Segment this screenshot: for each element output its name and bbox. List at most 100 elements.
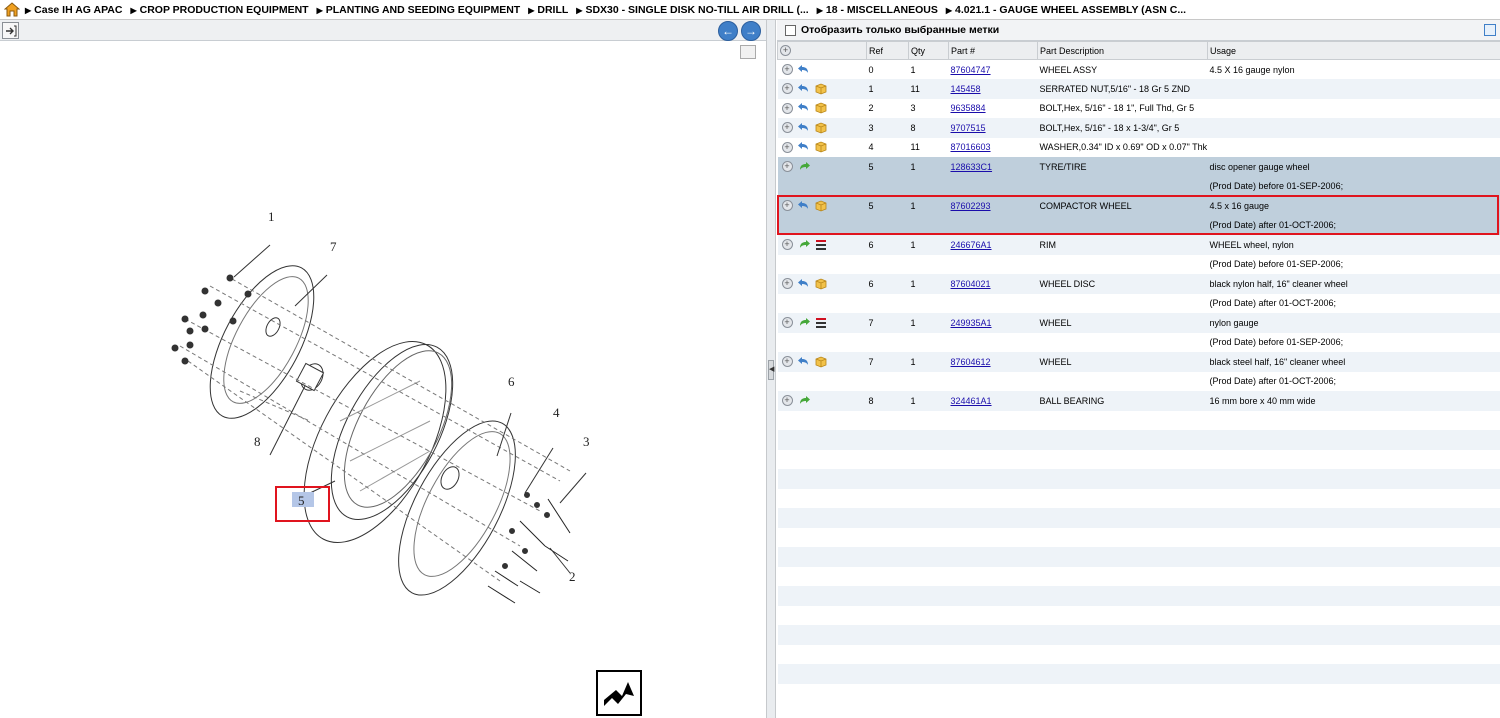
table-row[interactable]: +5 1 128633C1 TYRE/TIRE disc opener gauge wh… <box>777 157 1500 177</box>
part-number-link[interactable]: 9707515 <box>951 123 986 133</box>
expand-row-icon[interactable]: + <box>781 161 793 173</box>
breadcrumb-item[interactable]: 4.021.1 - GAUGE WHEEL ASSEMBLY (ASN C... <box>946 4 1186 16</box>
breadcrumb-item[interactable]: DRILL <box>528 4 568 16</box>
expand-row-icon[interactable]: + <box>781 317 793 329</box>
row-icons[interactable]: + <box>777 79 867 99</box>
row-icons[interactable]: + <box>777 98 867 118</box>
expand-row-icon[interactable]: + <box>781 356 793 368</box>
table-row[interactable]: +2 3 9635884 BOLT,Hex, 5/16" - 18 1", Full … <box>777 98 1500 118</box>
part-number-link[interactable]: 128633C1 <box>951 162 993 172</box>
forward-arrow-icon[interactable] <box>793 317 810 327</box>
return-arrow-icon[interactable] <box>793 200 810 210</box>
table-row[interactable]: +5 1 87602293 COMPACTOR WHEEL 4.5 x 16 gauge <box>777 196 1500 216</box>
table-row[interactable]: +6 1 246676A1 RIM WHEEL wheel, nylon <box>777 235 1500 255</box>
cell-part-number[interactable]: 9635884 <box>948 98 1038 118</box>
return-arrow-icon[interactable] <box>793 122 810 132</box>
expand-row-icon[interactable]: + <box>781 102 793 114</box>
part-number-link[interactable]: 324461A1 <box>951 396 992 406</box>
cell-part-number[interactable]: 145458 <box>948 79 1038 99</box>
expand-row-icon[interactable]: + <box>781 83 793 95</box>
package-icon[interactable] <box>810 122 827 134</box>
cell-part-number[interactable]: 87604612 <box>948 352 1038 372</box>
col-header-qty[interactable]: Qty <box>908 41 949 60</box>
forward-arrow-icon[interactable] <box>793 395 810 405</box>
package-icon[interactable] <box>810 200 827 212</box>
part-number-link[interactable]: 145458 <box>951 84 981 94</box>
home-icon[interactable] <box>3 1 21 19</box>
return-arrow-icon[interactable] <box>793 142 810 152</box>
expand-row-icon[interactable]: + <box>781 200 793 212</box>
return-arrow-icon[interactable] <box>793 356 810 366</box>
row-icons[interactable]: + <box>777 118 867 138</box>
cell-part-number[interactable]: 87602293 <box>948 196 1038 216</box>
part-number-link[interactable]: 87604021 <box>951 279 991 289</box>
part-number-link[interactable]: 87604747 <box>951 65 991 75</box>
pane-splitter[interactable]: ◀ <box>766 20 776 718</box>
forward-arrow-icon[interactable] <box>793 161 810 171</box>
cell-part-number[interactable]: 87016603 <box>948 137 1038 157</box>
package-icon[interactable] <box>810 141 827 153</box>
part-number-link[interactable]: 87016603 <box>951 142 991 152</box>
breadcrumb-item[interactable]: 18 - MISCELLANEOUS <box>817 4 938 16</box>
package-icon[interactable] <box>810 102 827 114</box>
table-row[interactable]: +4 11 87016603 WASHER,0.34" ID x 0.69" OD x… <box>777 137 1500 157</box>
breadcrumb-item[interactable]: CROP PRODUCTION EQUIPMENT <box>130 4 309 16</box>
list-icon[interactable] <box>810 317 827 328</box>
cell-part-number[interactable]: 324461A1 <box>948 391 1038 411</box>
part-number-link[interactable]: 87604612 <box>951 357 991 367</box>
row-icons[interactable]: + <box>777 157 867 177</box>
part-number-link[interactable]: 249935A1 <box>951 318 992 328</box>
breadcrumb-item[interactable]: Case IH AG APAC <box>25 4 122 16</box>
return-arrow-icon[interactable] <box>596 670 642 716</box>
return-arrow-icon[interactable] <box>793 64 810 74</box>
row-icons[interactable]: + <box>777 352 867 372</box>
arrow-right-icon[interactable]: → <box>741 21 761 41</box>
col-header-part[interactable]: Part # <box>948 41 1038 60</box>
table-row[interactable]: +0 1 87604747 WHEEL ASSY 4.5 X 16 gauge nylo… <box>777 59 1500 79</box>
list-icon[interactable] <box>810 239 827 250</box>
cell-part-number[interactable]: 128633C1 <box>948 157 1038 177</box>
row-icons[interactable]: + <box>777 59 867 79</box>
col-header-ref[interactable]: Ref <box>866 41 909 60</box>
table-row[interactable]: +3 8 9707515 BOLT,Hex, 5/16" - 18 x 1-3/4",… <box>777 118 1500 138</box>
col-header-usage[interactable]: Usage <box>1207 41 1500 60</box>
row-icons[interactable]: + <box>777 391 867 411</box>
return-arrow-icon[interactable] <box>793 83 810 93</box>
table-row[interactable]: +7 1 249935A1 WHEEL nylon gauge <box>777 313 1500 333</box>
row-icons[interactable]: + <box>777 137 867 157</box>
cell-part-number[interactable]: 87604021 <box>948 274 1038 294</box>
row-icons[interactable]: + <box>777 235 867 255</box>
package-icon[interactable] <box>810 83 827 95</box>
breadcrumb-item[interactable]: PLANTING AND SEEDING EQUIPMENT <box>317 4 520 16</box>
grid-settings-icon[interactable] <box>1484 24 1496 36</box>
table-row[interactable]: +6 1 87604021 WHEEL DISC black nylon half, 1… <box>777 274 1500 294</box>
forward-arrow-icon[interactable] <box>793 239 810 249</box>
cell-part-number[interactable]: 9707515 <box>948 118 1038 138</box>
cell-part-number[interactable]: 246676A1 <box>948 235 1038 255</box>
table-row[interactable]: +8 1 324461A1 BALL BEARING 16 mm bore x 40 m… <box>777 391 1500 411</box>
expand-all-icon[interactable]: + <box>777 41 867 60</box>
export-icon[interactable] <box>2 22 19 39</box>
part-number-link[interactable]: 9635884 <box>951 103 986 113</box>
cell-part-number[interactable]: 249935A1 <box>948 313 1038 333</box>
expand-row-icon[interactable]: + <box>781 141 793 153</box>
package-icon[interactable] <box>810 356 827 368</box>
part-number-link[interactable]: 87602293 <box>951 201 991 211</box>
filter-checkbox[interactable] <box>785 24 796 36</box>
part-number-link[interactable]: 246676A1 <box>951 240 992 250</box>
collapse-handle-icon[interactable]: ◀ <box>768 360 774 380</box>
expand-row-icon[interactable]: + <box>781 122 793 134</box>
col-header-description[interactable]: Part Description <box>1037 41 1208 60</box>
row-icons[interactable]: + <box>777 313 867 333</box>
expand-row-icon[interactable]: + <box>781 64 793 75</box>
table-row[interactable]: +7 1 87604612 WHEEL black steel half, 16" cl… <box>777 352 1500 372</box>
return-arrow-icon[interactable] <box>793 103 810 113</box>
return-arrow-icon[interactable] <box>793 278 810 288</box>
package-icon[interactable] <box>810 278 827 290</box>
row-icons[interactable]: + <box>777 274 867 294</box>
row-icons[interactable]: + <box>777 196 867 216</box>
expand-row-icon[interactable]: + <box>781 278 793 290</box>
breadcrumb-item[interactable]: SDX30 - SINGLE DISK NO-TILL AIR DRILL (.… <box>576 4 808 16</box>
arrow-left-icon[interactable]: ← <box>718 21 738 41</box>
table-row[interactable]: +1 11 145458 SERRATED NUT,5/16" - 18 Gr 5 Z… <box>777 79 1500 99</box>
